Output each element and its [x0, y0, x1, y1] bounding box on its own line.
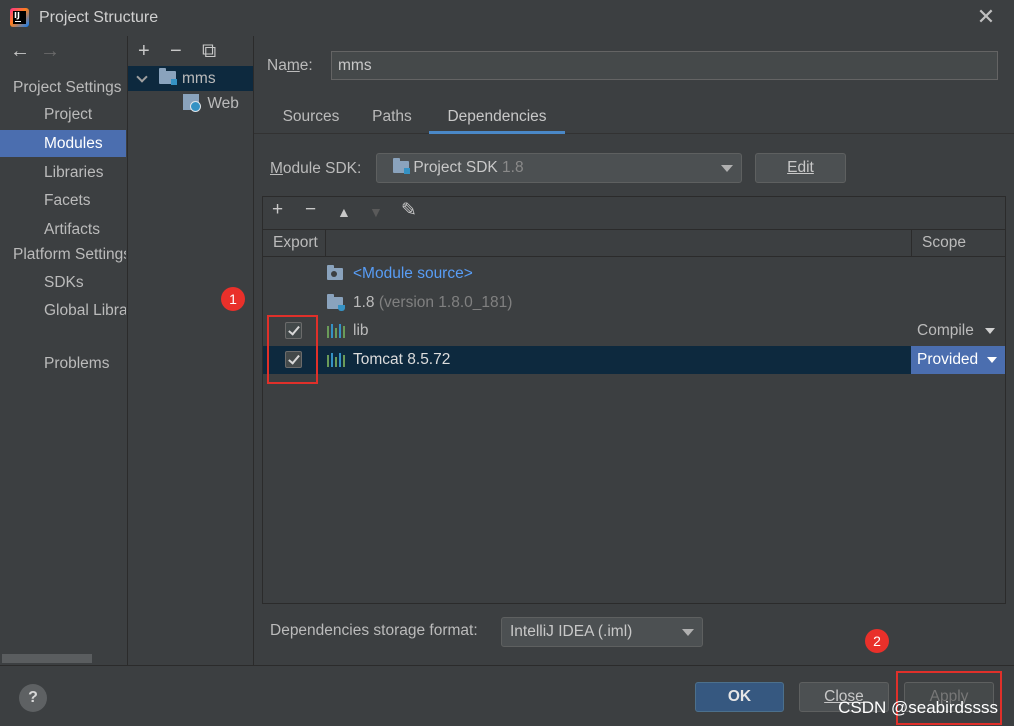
dropdown-arrow-icon — [682, 629, 694, 636]
column-export[interactable]: Export — [273, 230, 318, 256]
library-icon — [327, 353, 345, 367]
edit-dependency-icon[interactable]: ✎ — [401, 199, 417, 222]
library-icon — [327, 324, 345, 338]
sdk-version: 1.8 — [502, 159, 524, 176]
module-folder-icon — [159, 66, 177, 91]
module-tree: + − ⧉ mms Web — [127, 36, 253, 665]
intellij-logo-icon: IJ — [10, 8, 29, 27]
module-name-input[interactable] — [331, 51, 998, 80]
remove-icon[interactable]: − — [170, 40, 202, 63]
dropdown-arrow-icon — [721, 165, 733, 172]
scope-dropdown-icon — [985, 328, 995, 334]
window-title: Project Structure — [39, 9, 159, 26]
name-label: Name: — [267, 57, 313, 74]
ok-button[interactable]: OK — [695, 682, 784, 712]
annotation-box-export — [267, 315, 318, 384]
move-up-icon[interactable]: ▲ — [337, 204, 351, 220]
annotation-badge-1: 1 — [221, 287, 245, 311]
scope-select[interactable]: Provided — [911, 346, 1005, 374]
forward-arrow-icon[interactable]: → — [40, 40, 70, 63]
tree-node-facet[interactable]: Web — [183, 91, 239, 116]
nav-item-artifacts[interactable]: Artifacts — [0, 216, 126, 243]
nav-item-project[interactable]: Project — [0, 101, 126, 128]
nav-item-problems[interactable]: Problems — [0, 350, 126, 377]
web-facet-icon — [183, 94, 201, 112]
tree-toolbar: + − ⧉ — [138, 40, 234, 63]
move-down-icon[interactable]: ▼ — [369, 204, 383, 220]
tree-node-module[interactable]: mms — [128, 66, 253, 91]
dependency-name: 1.8 (version 1.8.0_181) — [353, 289, 512, 317]
back-arrow-icon[interactable]: ← — [10, 40, 40, 63]
column-divider — [325, 230, 326, 256]
sdk-folder-icon — [393, 158, 410, 174]
nav-item-global-libraries[interactable]: Global Libraries — [0, 297, 126, 324]
add-dependency-icon[interactable]: + — [272, 199, 283, 221]
settings-nav: ← → Project Settings Project Modules Libr… — [0, 36, 126, 665]
nav-item-modules[interactable]: Modules — [0, 130, 126, 157]
dependencies-panel: + − ▲ ▼ ✎ Export Scope <Module source> 1… — [262, 196, 1006, 604]
nav-arrows: ← → — [10, 40, 70, 68]
close-icon[interactable]: ✕ — [976, 6, 996, 28]
dependency-row[interactable]: <Module source> — [263, 260, 1005, 288]
storage-format-value: IntelliJ IDEA (.iml) — [510, 623, 633, 640]
storage-format-label: Dependencies storage format: — [270, 622, 478, 639]
watermark: CSDN @seabirdssss — [838, 698, 998, 717]
project-settings-header: Project Settings — [13, 79, 122, 96]
dependency-name: <Module source> — [353, 265, 473, 282]
help-icon[interactable]: ? — [19, 684, 47, 712]
dependency-name: Tomcat 8.5.72 — [353, 351, 451, 368]
facet-name: Web — [207, 95, 239, 112]
edit-sdk-button[interactable]: Edit — [755, 153, 846, 183]
module-tabs: Sources Paths Dependencies — [254, 102, 1014, 134]
column-divider — [911, 230, 912, 256]
scope-value: Provided — [917, 351, 979, 368]
sdk-value: Project SDK — [413, 159, 498, 176]
scope-select[interactable]: Compile — [911, 317, 1005, 345]
storage-format-select[interactable]: IntelliJ IDEA (.iml) — [501, 617, 703, 647]
module-source-folder-icon — [327, 265, 343, 280]
title-bar: IJ Project Structure ✕ — [0, 0, 1014, 36]
module-name: mms — [182, 70, 216, 87]
remove-dependency-icon[interactable]: − — [305, 199, 316, 221]
jdk-folder-icon — [327, 294, 345, 311]
module-sdk-select[interactable]: Project SDK 1.8 — [376, 153, 742, 183]
tab-dependencies[interactable]: Dependencies — [429, 102, 565, 134]
scope-value: Compile — [917, 322, 974, 339]
jdk-version-detail: (version 1.8.0_181) — [378, 294, 513, 311]
jdk-name: 1.8 — [353, 294, 375, 311]
edit-button-label: Edit — [787, 159, 814, 176]
add-icon[interactable]: + — [138, 40, 170, 63]
tab-paths[interactable]: Paths — [360, 102, 424, 134]
tab-sources[interactable]: Sources — [271, 102, 351, 134]
scope-dropdown-icon — [987, 357, 997, 363]
annotation-badge-2: 2 — [865, 629, 889, 653]
module-editor: Name: Sources Paths Dependencies Module … — [253, 36, 1014, 665]
nav-horizontal-scrollbar[interactable] — [2, 654, 92, 663]
nav-item-libraries[interactable]: Libraries — [0, 159, 126, 186]
copy-icon[interactable]: ⧉ — [202, 40, 234, 63]
dependencies-toolbar: + − ▲ ▼ ✎ — [263, 197, 1005, 229]
platform-settings-header: Platform Settings — [13, 246, 126, 263]
dependency-row-selected[interactable]: Tomcat 8.5.72 Provided — [263, 346, 1005, 374]
column-scope[interactable]: Scope — [922, 230, 966, 256]
dependencies-table-header: Export Scope — [263, 229, 1005, 257]
chevron-down-icon[interactable] — [136, 71, 148, 83]
dependency-row[interactable]: 1.8 (version 1.8.0_181) — [263, 289, 1005, 317]
nav-item-sdks[interactable]: SDKs — [0, 269, 126, 296]
dependency-name: lib — [353, 322, 369, 339]
dependency-row[interactable]: lib Compile — [263, 317, 1005, 345]
module-sdk-label: Module SDK: — [270, 160, 362, 177]
nav-item-facets[interactable]: Facets — [0, 187, 126, 214]
